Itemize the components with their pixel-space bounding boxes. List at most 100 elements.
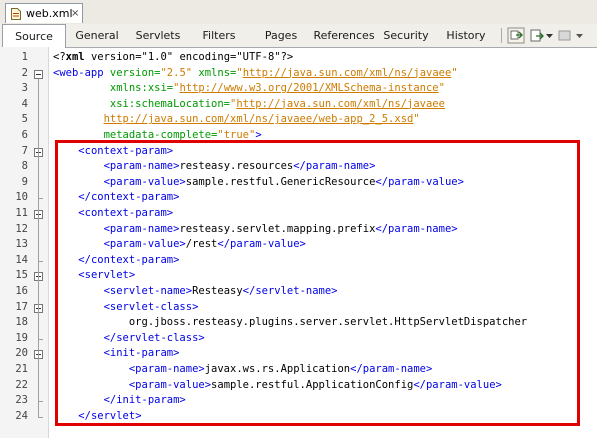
tab-history[interactable]: History [438, 24, 494, 47]
code-token: http://java.sun.com/xml/ns/javaee [236, 97, 445, 110]
line-number: 15 [15, 269, 28, 282]
code-line: <?xml version="1.0" encoding="UTF-8"?> [53, 51, 293, 63]
code-line: <param-value>sample.restful.ApplicationC… [53, 379, 502, 391]
dropdown-arrow-icon[interactable] [575, 27, 584, 44]
fold-guide-line [38, 312, 39, 340]
line-number: 17 [15, 300, 28, 313]
line-number: 14 [15, 253, 28, 266]
fold-end-marker [38, 338, 43, 340]
line-number: 8 [21, 160, 28, 173]
code-line: <param-name>javax.ws.rs.Application</par… [53, 363, 432, 375]
code-token: sample.restful.GenericResource [185, 175, 376, 188]
code-token: </servlet> [78, 409, 142, 422]
tab-filters[interactable]: Filters [190, 24, 248, 47]
tab-source[interactable]: Source [2, 24, 66, 48]
code-token: resteasy.resources [179, 160, 294, 173]
code-line: xsi:schemaLocation="http://java.sun.com/… [53, 98, 445, 110]
code-token: "true" [217, 129, 256, 141]
line-number: 7 [21, 144, 28, 157]
code-token: <servlet-class> [103, 300, 199, 313]
line-number: 13 [15, 238, 28, 251]
code-token: http://www.w3.org/2001/XMLSchema-instanc… [179, 82, 439, 95]
code-token: resteasy.servlet.mapping.prefix [179, 222, 376, 235]
fold-guide-line [38, 359, 39, 403]
code-token: "2.5" [160, 66, 193, 79]
code-token: </servlet-name> [242, 285, 338, 297]
fold-end-marker [38, 198, 43, 200]
code-token: <web-app [53, 66, 104, 79]
line-number: 4 [21, 97, 28, 110]
code-token: </context-param> [78, 253, 180, 266]
line-number: 18 [15, 316, 28, 329]
code-token: <param-value> [103, 238, 186, 251]
file-tab-web-xml[interactable]: web.xml × [5, 3, 83, 23]
code-line: <init-param> [53, 347, 180, 359]
line-number: 20 [15, 347, 28, 360]
code-token: <context-param> [78, 144, 174, 157]
code-token: " [413, 113, 420, 126]
tab-references[interactable]: References [312, 24, 376, 47]
tab-servlets[interactable]: Servlets [128, 24, 188, 47]
code-line: </context-param> [53, 191, 179, 203]
code-token: xml [65, 51, 85, 63]
dropdown-arrow-icon[interactable] [545, 27, 554, 44]
code-line: http://java.sun.com/xml/ns/javaee/web-ap… [53, 113, 420, 125]
code-token: </context-param> [78, 191, 180, 204]
code-line: </servlet> [53, 409, 142, 422]
line-number: 1 [21, 51, 28, 63]
code-token: " [451, 66, 458, 79]
line-number: 23 [15, 394, 28, 407]
xml-file-icon [11, 8, 21, 20]
line-number: 6 [21, 129, 28, 141]
code-token: </param-name> [375, 222, 458, 235]
more-icon[interactable] [557, 27, 573, 44]
code-line: <param-value>sample.restful.GenericResou… [53, 176, 464, 188]
line-number: 24 [15, 409, 28, 422]
code-line: </init-param> [53, 394, 186, 406]
code-line: metadata-complete="true"> [53, 129, 262, 141]
line-number: 5 [21, 113, 28, 126]
code-token: http://java.sun.com/xml/ns/javaee [242, 66, 452, 79]
line-number: 19 [15, 331, 28, 344]
code-line: org.jboss.resteasy.plugins.server.servle… [53, 316, 527, 328]
code-token: version= [103, 66, 161, 79]
line-number: 16 [15, 285, 28, 297]
code-token: version="1.0" encoding="UTF-8"?> [84, 51, 294, 63]
code-token: </init-param> [103, 394, 186, 407]
code-token: </param-value> [375, 175, 464, 188]
code-line: <param-value>/rest</param-value> [53, 238, 306, 250]
line-number: 9 [21, 175, 28, 188]
code-token: metadata-complete= [53, 129, 218, 141]
fold-toggle-icon[interactable] [34, 69, 43, 79]
code-token: <param-value> [128, 378, 212, 391]
code-token: </param-name> [350, 363, 433, 375]
code-line: <param-name>resteasy.resources</param-na… [53, 160, 376, 173]
back-forward-icon[interactable] [507, 27, 525, 44]
editor-view-tabs: Source General Servlets Filters Pages Re… [0, 24, 597, 48]
code-token: </param-value> [217, 238, 306, 251]
code-token: /rest [185, 238, 218, 251]
close-icon[interactable]: × [71, 4, 79, 24]
tab-pages[interactable]: Pages [252, 24, 310, 47]
code-line: <servlet-name>Resteasy</servlet-name> [53, 285, 338, 297]
line-number: 12 [15, 222, 28, 235]
toolbar-separator [501, 28, 502, 43]
history-nav-icon[interactable] [528, 27, 546, 44]
code-line: <context-param> [53, 145, 173, 157]
code-token: <servlet-name> [103, 285, 193, 297]
fold-end-marker [38, 260, 43, 262]
code-line: <servlet> [53, 269, 135, 281]
code-token: </param-name> [293, 160, 376, 173]
code-token: <servlet> [78, 269, 136, 282]
tab-security[interactable]: Security [378, 24, 434, 47]
tab-general[interactable]: General [66, 24, 128, 47]
line-number: 22 [15, 378, 28, 391]
